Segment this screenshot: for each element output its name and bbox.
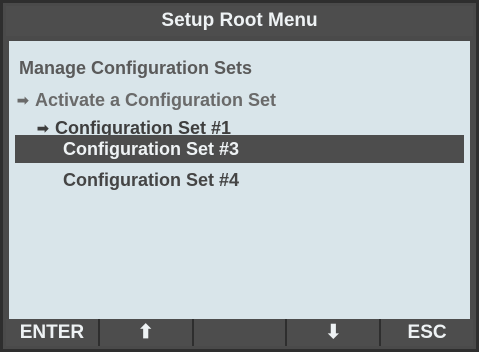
down-button[interactable]: ⬇ xyxy=(287,319,380,346)
menu-item-configuration-set-3[interactable]: Configuration Set #3 xyxy=(15,135,464,163)
enter-button[interactable]: ENTER xyxy=(6,319,98,346)
blank-softkey[interactable] xyxy=(193,319,286,346)
menu-item-label: Activate a Configuration Set xyxy=(35,90,277,110)
up-arrow-icon: ⬆ xyxy=(137,322,154,343)
device-frame: Setup Root Menu Manage Configuration Set… xyxy=(0,0,479,352)
up-button[interactable]: ⬆ xyxy=(99,319,192,346)
menu-item-configuration-set-4[interactable]: Configuration Set #4 xyxy=(9,165,470,195)
right-arrow-icon: ➡ xyxy=(17,92,29,108)
menu-item-manage-configuration-sets[interactable]: Manage Configuration Sets xyxy=(9,53,470,83)
esc-button[interactable]: ESC xyxy=(381,319,473,346)
menu-item-activate-configuration-set[interactable]: ➡ Activate a Configuration Set xyxy=(9,85,470,115)
menu-screen: Manage Configuration Sets ➡ Activate a Co… xyxy=(9,41,470,323)
page-title: Setup Root Menu xyxy=(6,6,473,36)
softkey-bar: ENTER ⬆ ⬇ ESC xyxy=(6,319,473,346)
menu-item-label: Configuration Set #4 xyxy=(63,170,240,190)
menu-item-label: Manage Configuration Sets xyxy=(19,58,253,78)
down-arrow-icon: ⬇ xyxy=(325,322,342,343)
menu-item-label: Configuration Set #3 xyxy=(63,139,240,159)
